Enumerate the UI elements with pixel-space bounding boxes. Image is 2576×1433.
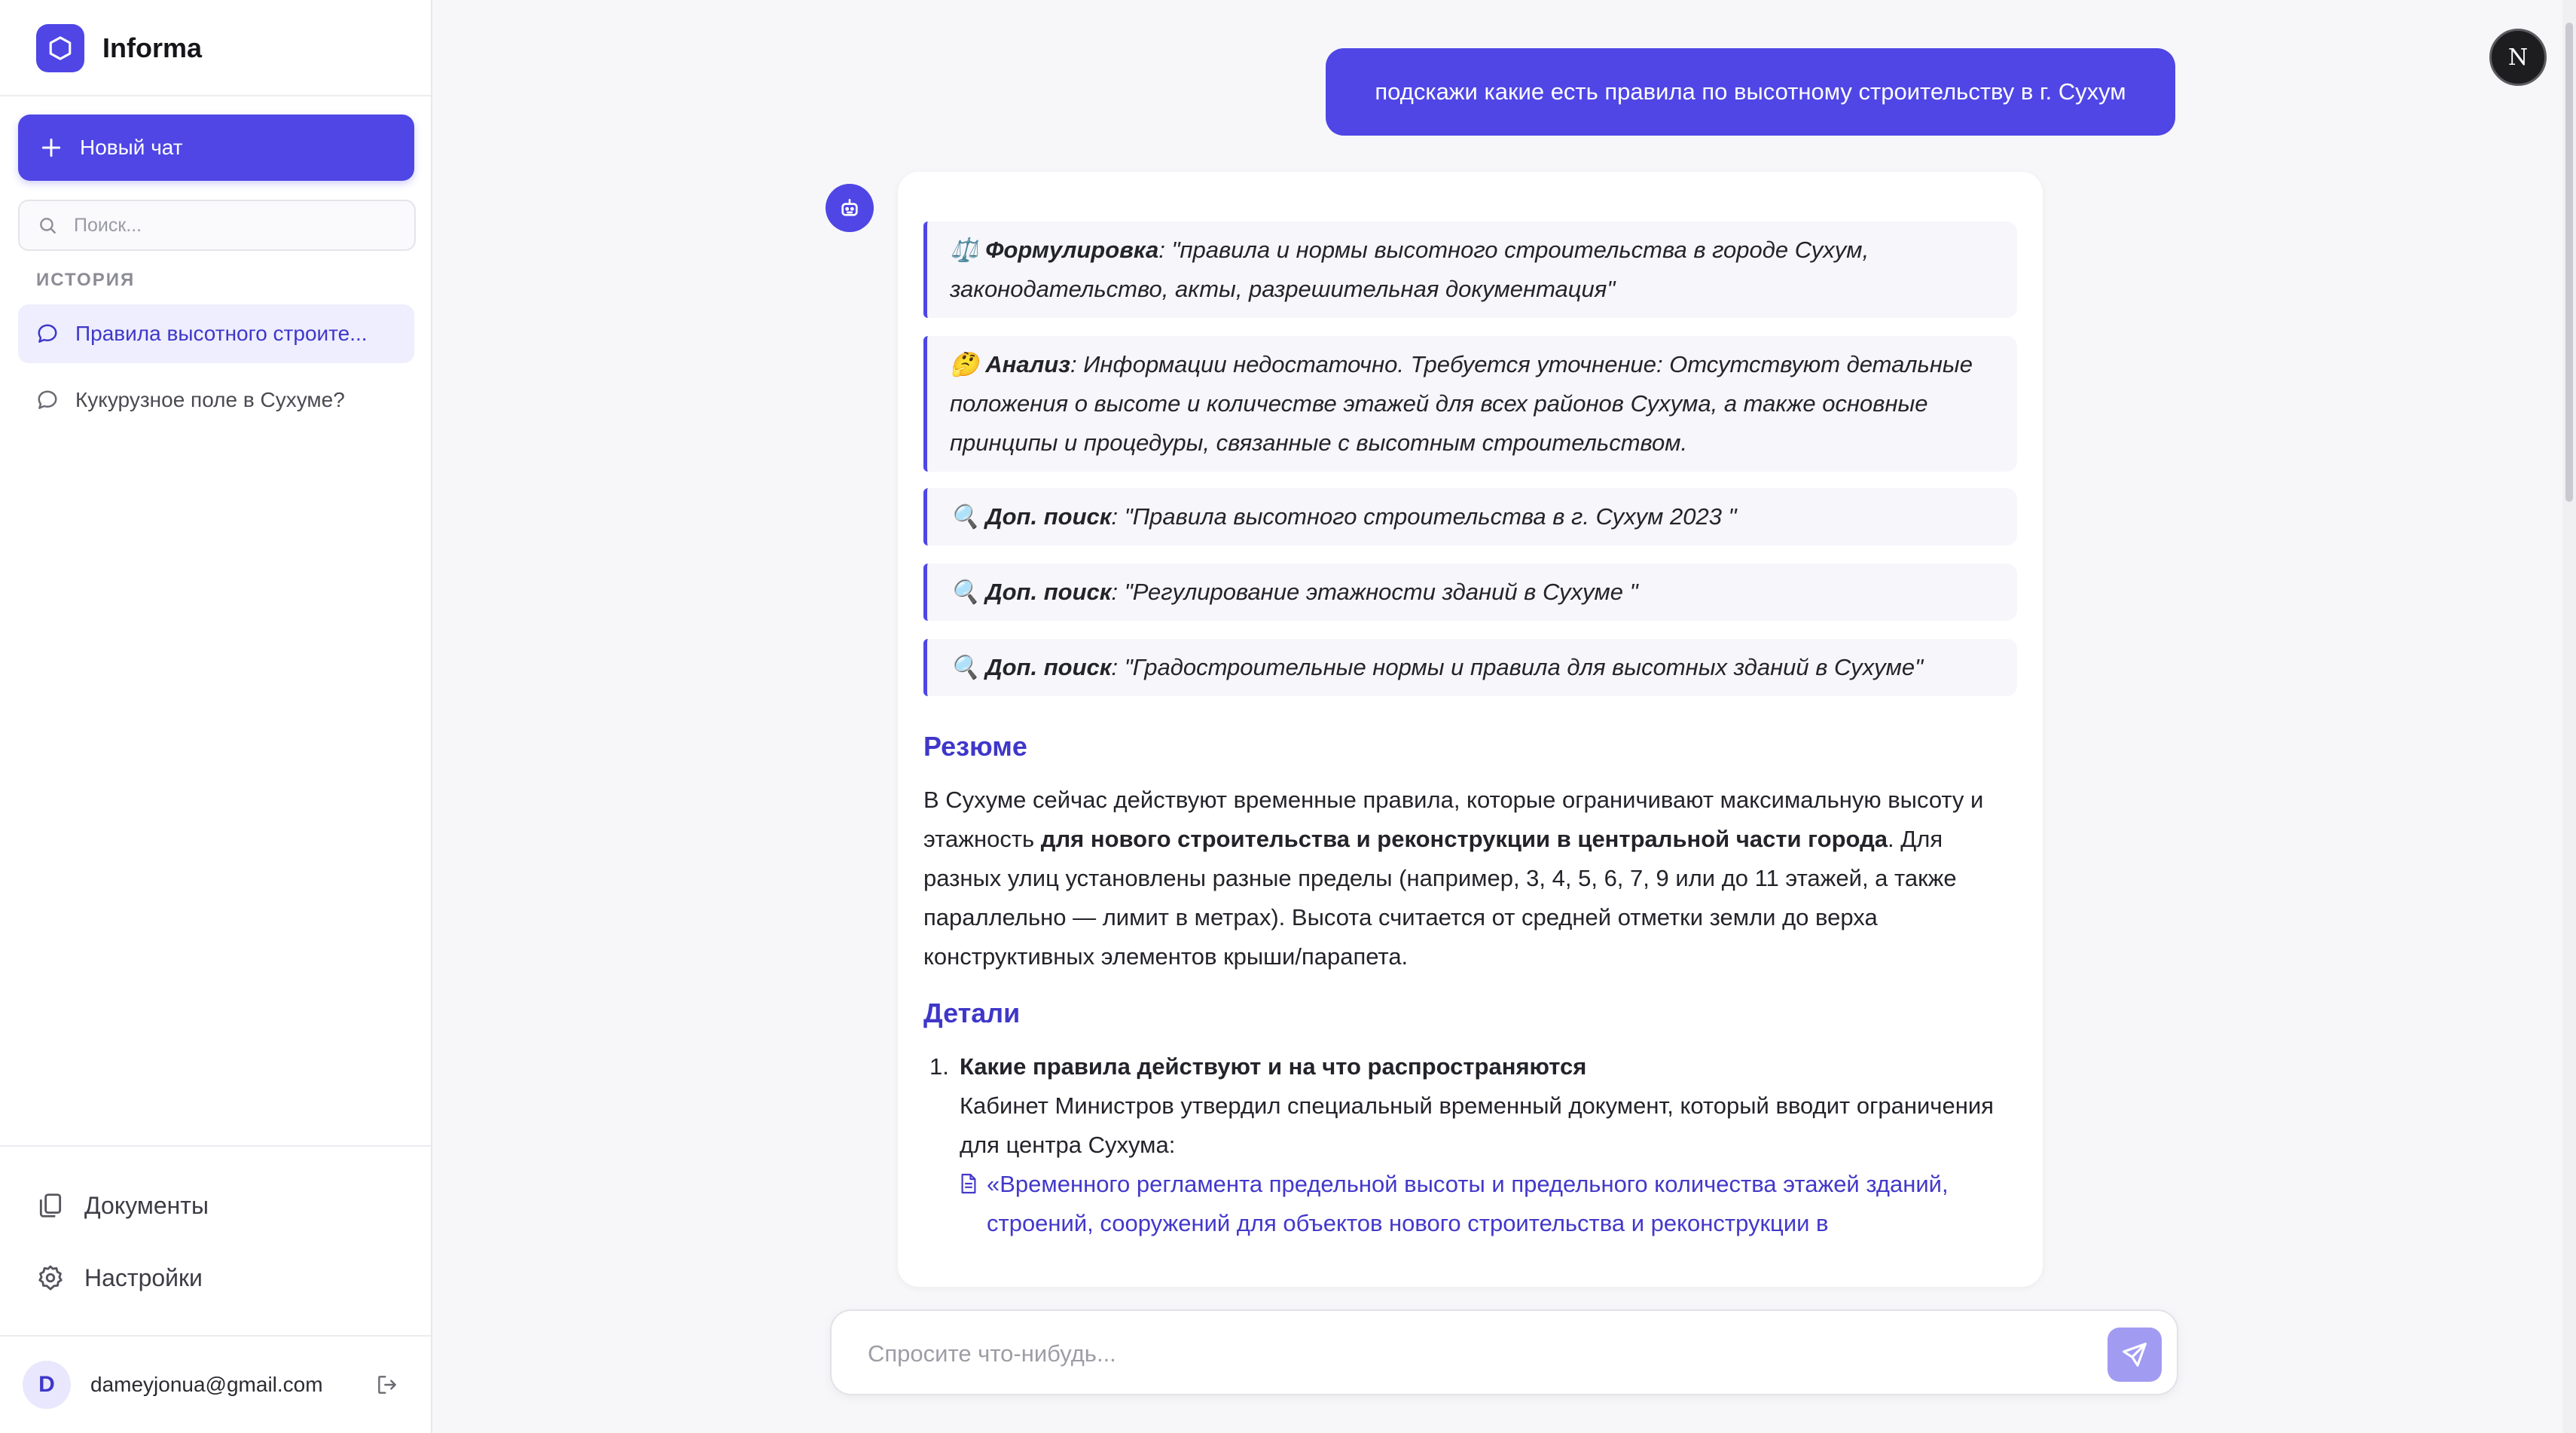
scales-icon: ⚖️ [950, 237, 979, 263]
new-chat-button[interactable]: Новый чат [18, 115, 414, 181]
reasoning-quote-search-1: 🔍 Доп. поиск: "Правила высотного строите… [923, 488, 2017, 545]
magnifier-icon: 🔍 [950, 579, 979, 605]
sidebar-link-label: Настройки [84, 1263, 203, 1291]
user-email: dameyjonua@gmail.com [90, 1373, 323, 1396]
next-badge[interactable]: N [2489, 29, 2547, 86]
chat-bubble-icon [38, 324, 57, 343]
list-number: 1. [929, 1053, 949, 1080]
quote-title: Доп. поиск [985, 654, 1112, 680]
details-heading: Детали [923, 998, 1021, 1028]
sidebar-link-documents[interactable]: Документы [36, 1183, 209, 1228]
magnifier-icon: 🔍 [950, 503, 979, 530]
quote-text: : Информации недостаточно. Требуется уто… [950, 351, 1973, 456]
quote-text: : "Регулирование этажности зданий в Суху… [1111, 579, 1638, 605]
send-icon [2123, 1343, 2147, 1367]
sidebar-link-settings[interactable]: Настройки [36, 1255, 203, 1300]
divider [0, 1335, 431, 1337]
summary-bold-text: для нового строительства и реконструкции… [1040, 826, 1888, 852]
history-label: ИСТОРИЯ [36, 270, 136, 290]
reasoning-quote-search-3: 🔍 Доп. поиск: "Градостроительные нормы и… [923, 639, 2017, 696]
list-item-title: Какие правила действуют и на что распрос… [960, 1053, 1587, 1080]
documents-icon [39, 1193, 62, 1218]
search-box[interactable] [18, 200, 416, 251]
app-name: Informa [102, 32, 203, 63]
send-button[interactable] [2107, 1328, 2162, 1382]
new-chat-label: Новый чат [80, 136, 183, 159]
summary-paragraph: В Сухуме сейчас действуют временные прав… [923, 781, 2016, 976]
history-item-label: Кукурузное поле в Сухуме? [75, 388, 345, 411]
chat-bubble-icon [38, 390, 57, 409]
app-logo[interactable]: Informa [36, 23, 202, 74]
quote-text: : "Правила высотного строительства в г. … [1111, 503, 1737, 530]
document-link-text: «Временного регламента предельной высоты… [987, 1171, 1949, 1236]
quote-title: Формулировка [985, 237, 1159, 263]
magnifier-icon: 🔍 [950, 654, 979, 680]
user-message: подскажи какие есть правила по высотному… [1326, 48, 2175, 136]
divider [0, 95, 431, 96]
thinking-icon: 🤔 [950, 351, 979, 377]
message-input[interactable] [866, 1332, 2014, 1376]
search-icon [40, 218, 56, 234]
logout-icon[interactable] [375, 1373, 399, 1397]
divider [0, 1145, 431, 1147]
user-profile: D dameyjonua@gmail.com [23, 1361, 414, 1409]
search-input[interactable] [72, 213, 392, 237]
document-icon [961, 1173, 976, 1194]
avatar[interactable]: D [23, 1361, 71, 1409]
gear-icon [38, 1265, 63, 1291]
assistant-answer: ⚖️ Формулировка: "правила и нормы высотн… [898, 172, 2043, 1287]
reasoning-quote-search-2: 🔍 Доп. поиск: "Регулирование этажности з… [923, 564, 2017, 621]
quote-title: Доп. поиск [985, 579, 1112, 605]
reasoning-quote-analysis: 🤔 Анализ: Информации недостаточно. Требу… [923, 336, 2017, 472]
robot-icon [841, 199, 858, 216]
sidebar: Informa Новый чат ИСТОРИЯ Правила высотн… [0, 0, 432, 1433]
quote-text: : "Градостроительные нормы и правила для… [1111, 654, 1924, 680]
list-item-text: Кабинет Министров утвердил специальный в… [960, 1092, 1994, 1158]
history-item-high-rise-rules[interactable]: Правила высотного строите... [18, 304, 414, 363]
history-item-label: Правила высотного строите... [75, 322, 368, 345]
hexagon-logo-icon [36, 24, 84, 72]
sidebar-link-label: Документы [84, 1191, 209, 1219]
plus-icon [41, 138, 61, 157]
scrollbar-thumb[interactable] [2565, 23, 2573, 502]
reasoning-quote-formulation: ⚖️ Формулировка: "правила и нормы высотн… [923, 222, 2017, 318]
history-item-corn-field[interactable]: Кукурузное поле в Сухуме? [18, 371, 414, 429]
quote-title: Доп. поиск [985, 503, 1112, 530]
quote-title: Анализ [985, 351, 1071, 377]
document-link[interactable]: «Временного регламента предельной высоты… [960, 1165, 2014, 1243]
bot-avatar [826, 184, 874, 232]
message-composer [830, 1309, 2178, 1395]
summary-heading: Резюме [923, 731, 1027, 762]
